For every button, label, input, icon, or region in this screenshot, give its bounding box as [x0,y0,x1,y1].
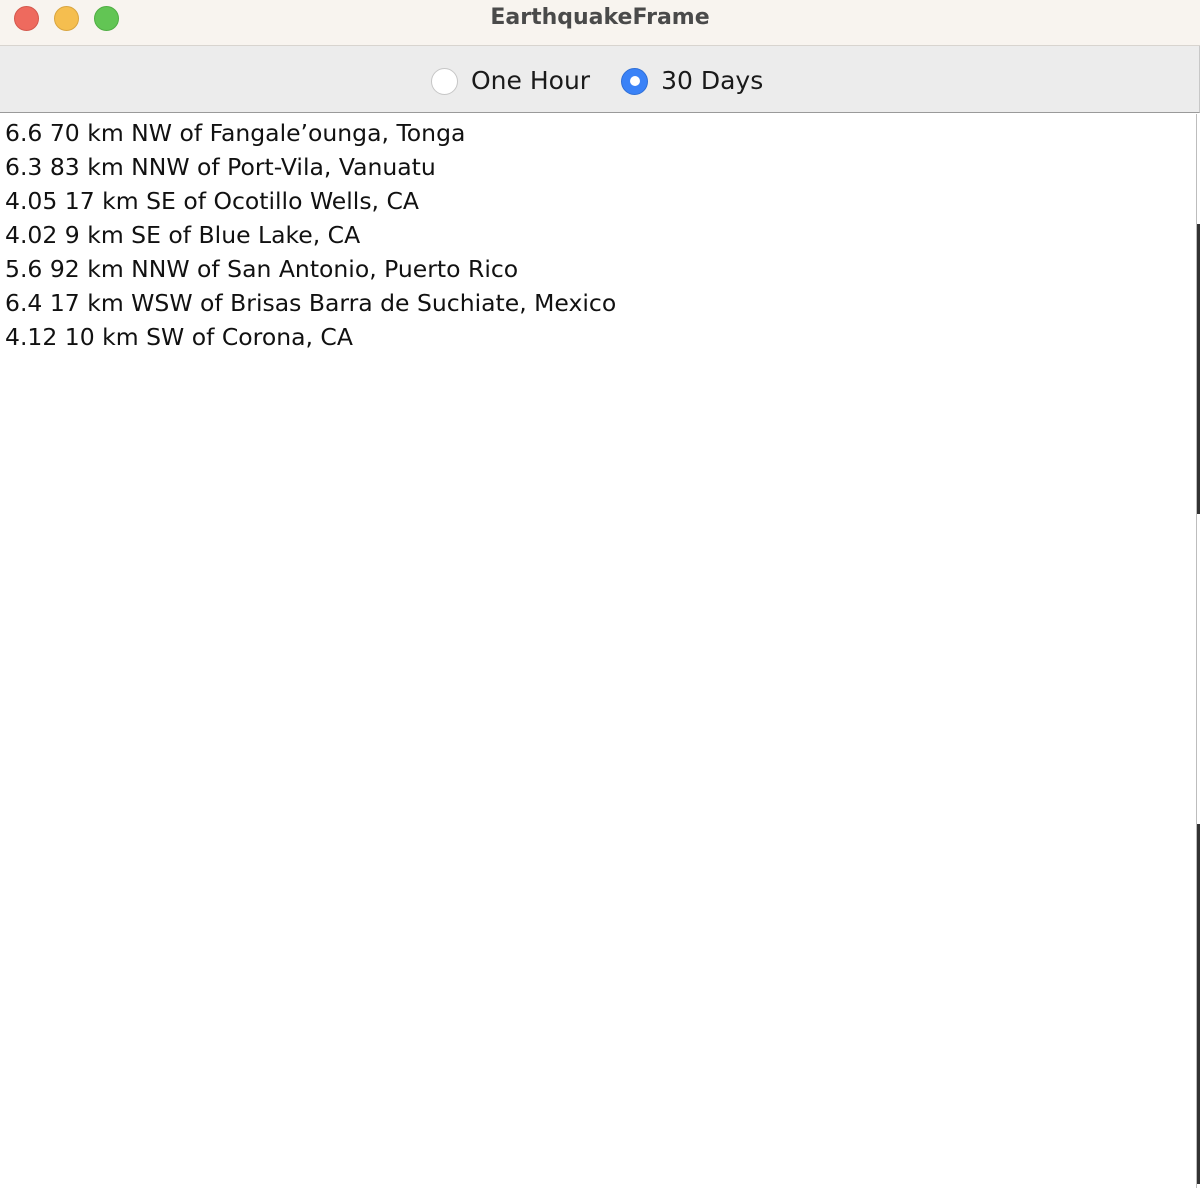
time-range-toolbar: One Hour 30 Days [0,46,1200,113]
one-hour-label[interactable]: One Hour [471,65,590,97]
list-item[interactable]: 4.02 9 km SE of Blue Lake, CA [0,218,1196,252]
earthquake-list[interactable]: 6.6 70 km NW of Fangale’ounga, Tonga 6.3… [0,114,1196,1188]
thirty-days-radio[interactable]: 30 Days [621,65,763,97]
window-right-edge [1196,114,1200,1188]
thirty-days-label[interactable]: 30 Days [661,65,763,97]
time-range-radio-group: One Hour 30 Days [431,65,763,97]
list-item[interactable]: 4.05 17 km SE of Ocotillo Wells, CA [0,184,1196,218]
title-bar[interactable]: EarthquakeFrame [0,0,1200,46]
list-item[interactable]: 6.6 70 km NW of Fangale’ounga, Tonga [0,116,1196,150]
thirty-days-radio-indicator[interactable] [621,67,649,95]
earthquake-window: EarthquakeFrame One Hour 30 Days 6.6 70 … [0,0,1200,1188]
list-item[interactable]: 6.3 83 km NNW of Port-Vila, Vanuatu [0,150,1196,184]
list-item[interactable]: 4.12 10 km SW of Corona, CA [0,320,1196,354]
list-item[interactable]: 6.4 17 km WSW of Brisas Barra de Suchiat… [0,286,1196,320]
one-hour-radio[interactable]: One Hour [431,65,590,97]
list-item[interactable]: 5.6 92 km NNW of San Antonio, Puerto Ric… [0,252,1196,286]
window-title: EarthquakeFrame [490,5,710,30]
one-hour-radio-indicator[interactable] [431,67,458,95]
